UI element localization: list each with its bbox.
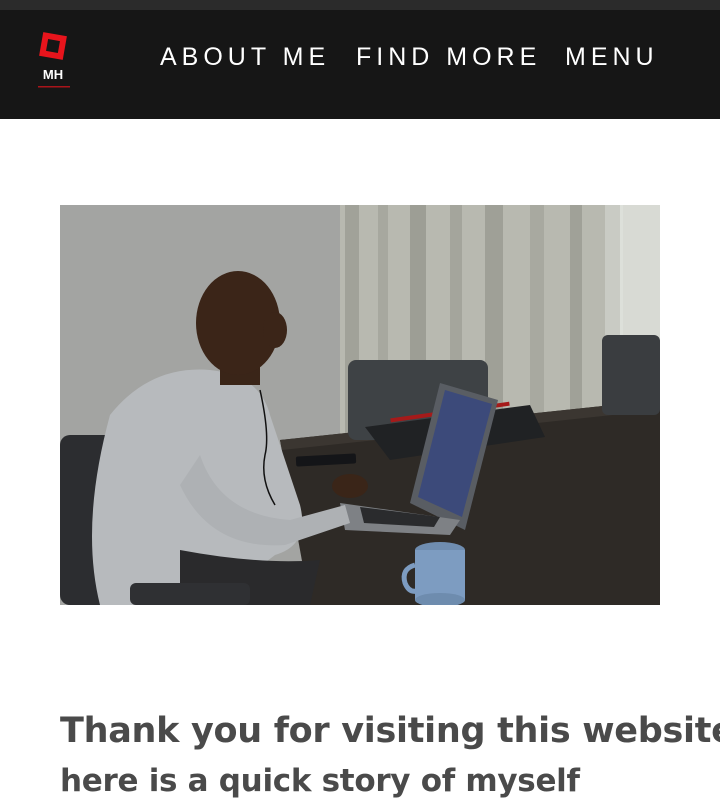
logo-text: MH <box>43 67 63 82</box>
man-working-at-laptop-photo <box>60 205 660 605</box>
nav-find-more[interactable]: FIND MORE <box>356 43 541 72</box>
nav-menu[interactable]: MENU <box>565 43 659 72</box>
page-subheadline: here is a quick story of myself <box>60 762 580 799</box>
hero-photo <box>60 205 660 605</box>
page-headline: Thank you for visiting this website <box>60 711 720 752</box>
site-logo[interactable]: MH <box>34 30 76 92</box>
red-square-logo-icon: MH <box>38 32 70 88</box>
nav-about-me[interactable]: ABOUT ME <box>160 43 330 72</box>
site-header: MH ABOUT ME FIND MORE MENU <box>0 10 720 119</box>
top-status-strip <box>0 0 720 10</box>
